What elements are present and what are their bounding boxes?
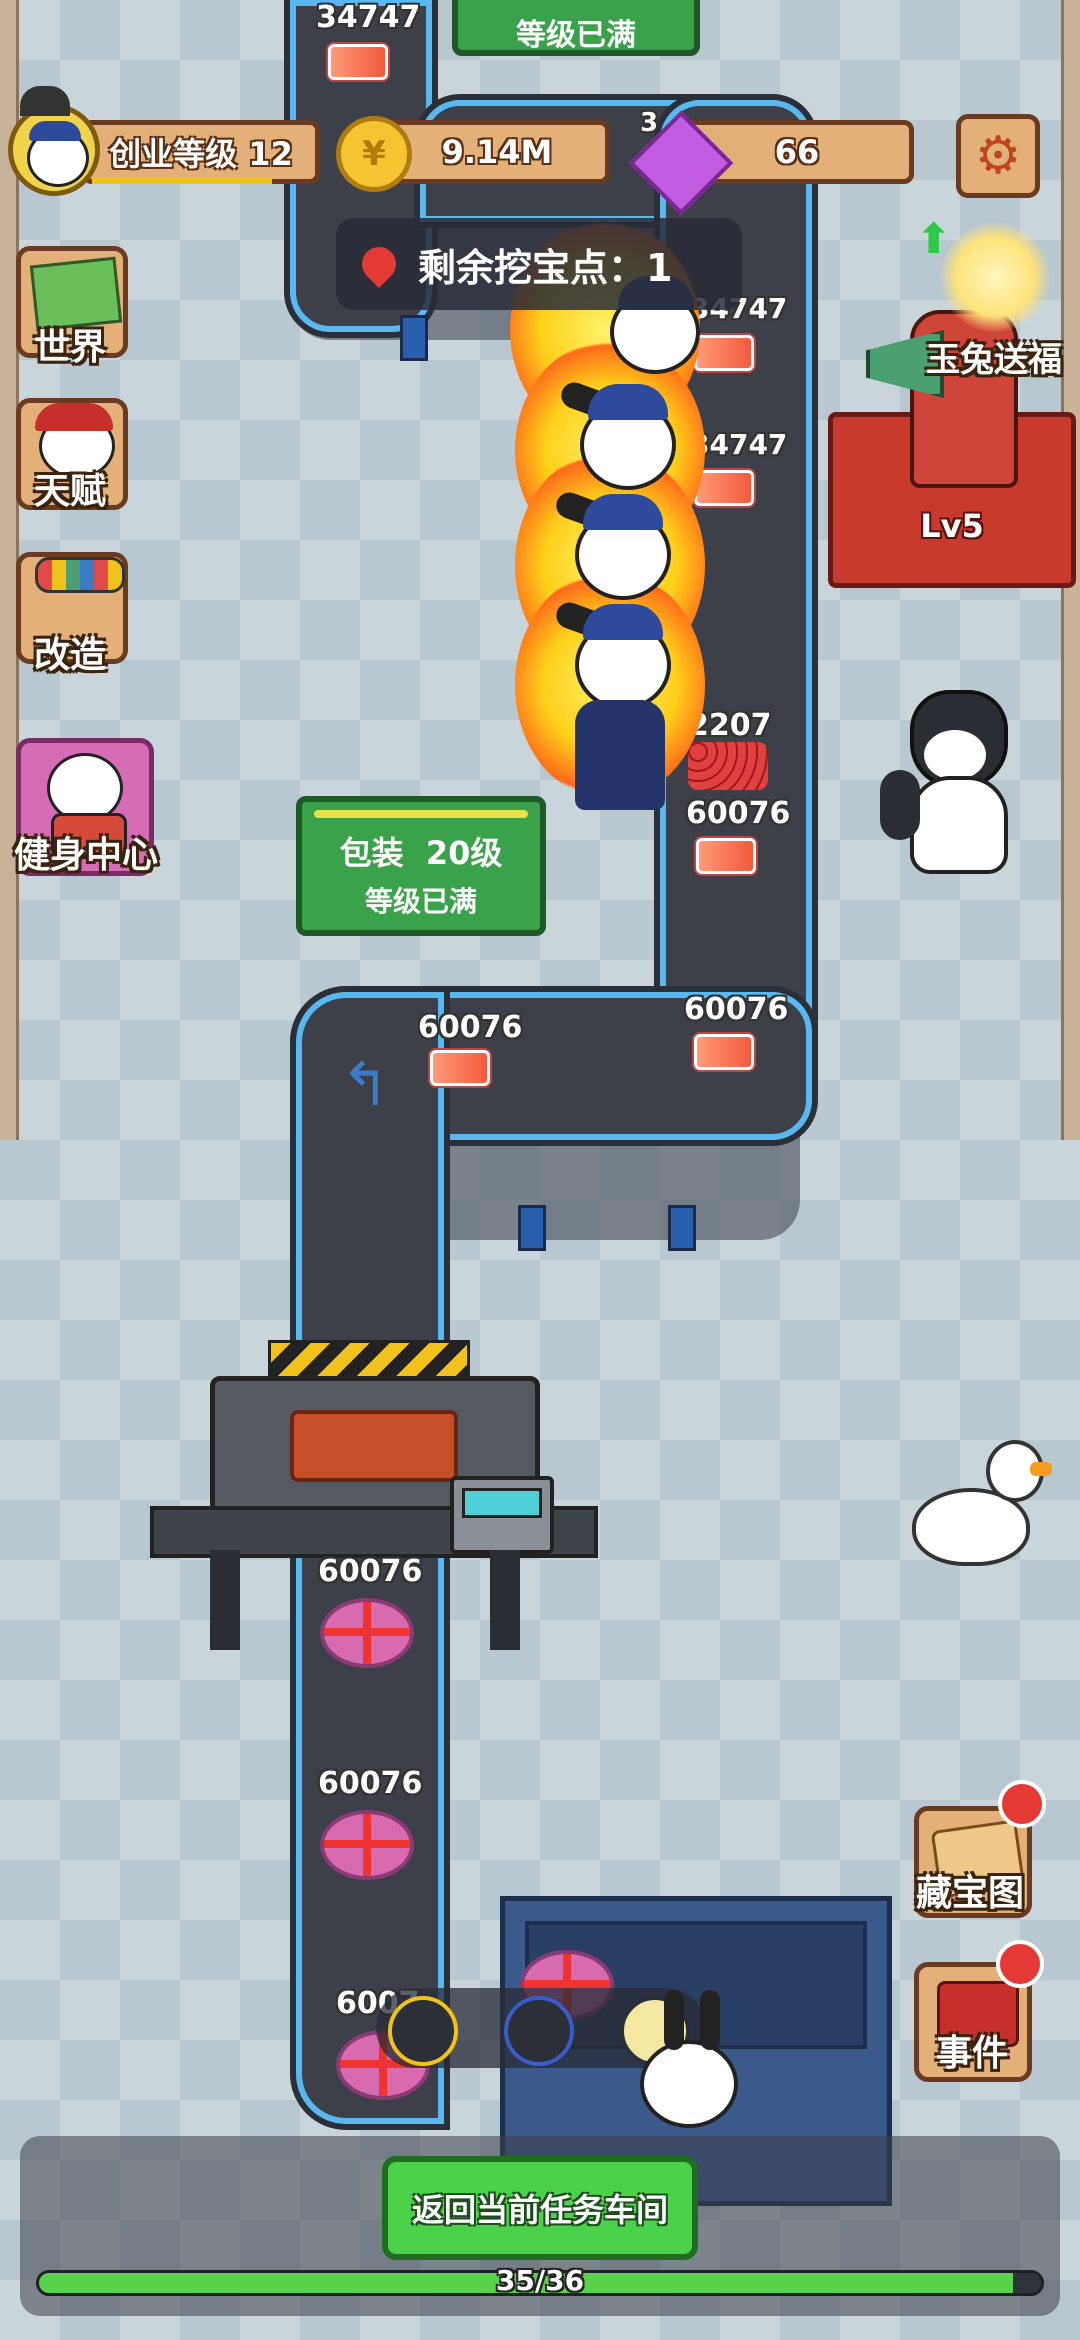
belt-post <box>518 1205 546 1251</box>
duck-beak <box>1030 1462 1052 1476</box>
dig-points-banner: 剩余挖宝点：1 <box>336 218 742 310</box>
location-pin-icon <box>354 239 404 289</box>
gift-box <box>320 1598 414 1668</box>
worker-rabbit[interactable] <box>557 360 690 500</box>
return-button-label: 返回当前任务车间 <box>411 2191 668 2229</box>
bottom-rabbit-ear <box>700 1990 720 2050</box>
carried-item-bar-icon <box>388 1996 458 2066</box>
machine-top-block <box>290 1410 458 1482</box>
top-station[interactable]: 等级已满 <box>452 0 700 56</box>
item-value-label: 60076 <box>686 796 791 831</box>
machine-leg <box>210 1550 240 1650</box>
machine-leg <box>490 1550 520 1650</box>
gem-overlap-digits: 3 <box>640 108 659 138</box>
avatar-rabbit-ears <box>20 86 70 116</box>
product-bar <box>328 44 388 80</box>
item-value-label: 60076 <box>318 1554 423 1589</box>
player-avatar[interactable] <box>8 104 100 196</box>
husky-tail <box>880 770 920 840</box>
item-value-label: 60076 <box>684 992 789 1027</box>
duck[interactable] <box>912 1440 1052 1580</box>
rabbit-cap <box>588 384 668 420</box>
gym-label: 健身中心 <box>14 835 159 876</box>
gear-icon: ⚙ <box>974 126 1022 186</box>
gems-value: 66 <box>774 133 820 171</box>
avatar-cap <box>29 121 81 141</box>
belt-post <box>668 1205 696 1251</box>
level-up-arrow-icon: ⬆ <box>916 214 952 263</box>
treasure-map-notification-dot <box>998 1780 1046 1828</box>
belt-direction-arrow-icon: ↰ <box>340 1050 391 1120</box>
item-value-label: 60076 <box>318 1766 423 1801</box>
gift-box <box>320 1810 414 1880</box>
bottom-rabbit <box>640 2040 738 2128</box>
coin-icon: ¥ <box>336 116 412 192</box>
bottom-rabbit-ear <box>664 1990 684 2050</box>
husky-dog[interactable] <box>880 690 1020 874</box>
product-bar <box>694 1034 754 1070</box>
business-level-text: 创业等级 12 <box>109 135 293 173</box>
machine-panel <box>450 1476 554 1554</box>
jade-rabbit-icon[interactable] <box>940 222 1050 332</box>
jade-rabbit-event-label[interactable]: 玉兔送福 <box>926 332 1062 381</box>
belt-post <box>400 315 428 361</box>
product-bar <box>696 838 756 874</box>
item-value-label: 34747 <box>316 0 421 35</box>
coins-pill[interactable]: 9.14M <box>378 120 610 184</box>
worker-rabbit[interactable] <box>552 580 685 820</box>
return-to-workshop-button[interactable]: 返回当前任务车间 <box>382 2156 698 2260</box>
husky-face <box>924 730 986 780</box>
treasure-map-label: 藏宝图 <box>916 1873 1025 1914</box>
rabbit-body <box>575 700 665 810</box>
coin-symbol: ¥ <box>362 134 386 174</box>
level-progress-bar <box>92 178 272 184</box>
renovate-label: 改造 <box>34 635 107 676</box>
red-bead-pile <box>688 742 768 790</box>
coins-value: 9.14M <box>441 133 553 171</box>
dig-points-text: 剩余挖宝点：1 <box>418 245 673 290</box>
event-level: Lv5 <box>920 507 984 545</box>
events-label: 事件 <box>936 2033 1009 2074</box>
top-station-status: 等级已满 <box>516 18 636 53</box>
events-notification-dot <box>996 1940 1044 1988</box>
packaging-title: 包装 20级 <box>339 834 503 872</box>
packaging-station[interactable]: 包装 20级 等级已满 <box>296 796 546 936</box>
paint-roller-icon <box>35 557 125 593</box>
business-level-pill[interactable]: 创业等级 12 <box>82 120 320 184</box>
item-value-label: 60076 <box>418 1010 523 1045</box>
product-bar <box>694 470 754 506</box>
machine-screen <box>462 1488 542 1518</box>
carried-item-beads-icon <box>504 1996 574 2066</box>
talent-label: 天赋 <box>34 471 107 512</box>
settings-button[interactable]: ⚙ <box>956 114 1040 198</box>
husky-body <box>910 776 1008 874</box>
station-progress-bar <box>314 810 528 818</box>
packaging-status: 等级已满 <box>364 885 477 918</box>
task-progress-text: 35/36 <box>495 2264 585 2297</box>
talent-icon-cap <box>35 403 113 431</box>
world-label: 世界 <box>34 327 107 368</box>
product-bar <box>430 1050 490 1086</box>
